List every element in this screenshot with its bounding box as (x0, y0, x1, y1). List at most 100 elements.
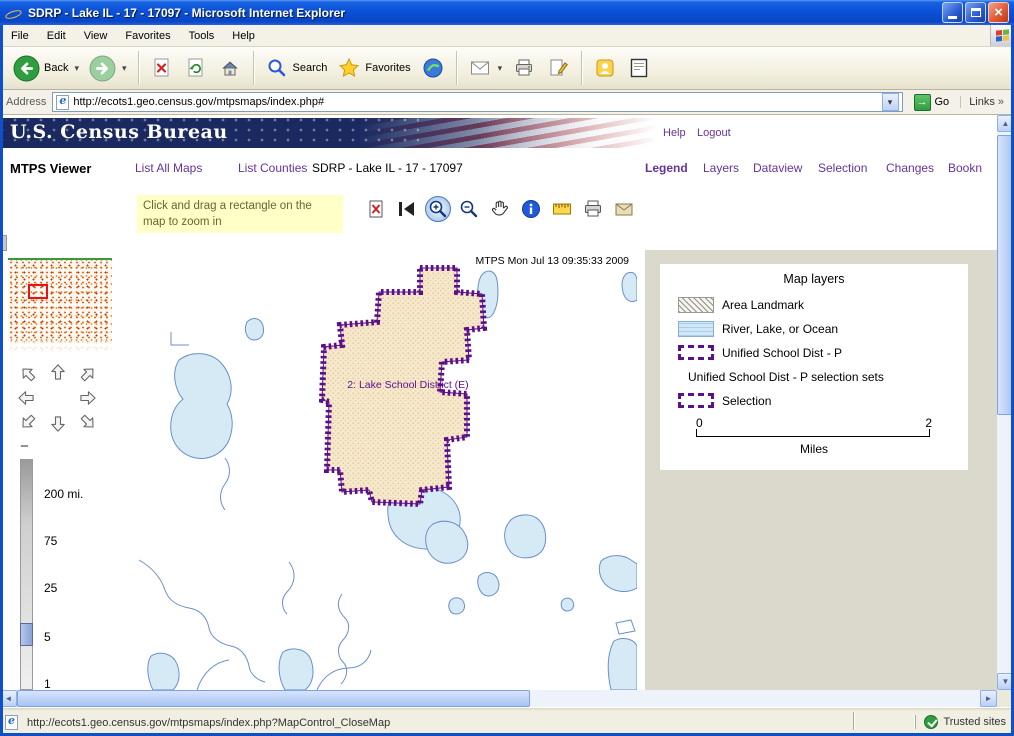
zoom-slider-track[interactable] (20, 459, 33, 690)
pan-west-button[interactable] (13, 386, 39, 409)
minimize-icon (948, 16, 957, 19)
help-link[interactable]: Help (663, 127, 686, 139)
area-landmark-swatch (678, 297, 714, 313)
scale-end-label: 2 (925, 416, 932, 430)
nav-link-layers[interactable]: Layers (703, 161, 739, 175)
media-button[interactable] (416, 54, 450, 82)
pan-arrow-pad (13, 360, 105, 434)
pan-southwest-button[interactable] (15, 410, 41, 433)
stop-button[interactable] (145, 54, 179, 82)
list-counties-link[interactable]: List Counties (238, 161, 307, 175)
maximize-button[interactable] (965, 2, 986, 23)
arrow-north-icon (48, 362, 68, 382)
legend-label: Unified School Dist - P (722, 346, 842, 360)
scroll-right-icon[interactable]: ► (980, 690, 997, 707)
zoom-slider-thumb[interactable] (20, 623, 33, 646)
status-bar: http://ecots1.geo.census.gov/mtpsmaps/in… (0, 707, 1014, 736)
arrow-south-icon (48, 414, 68, 434)
nav-link-changes[interactable]: Changes (886, 161, 934, 175)
app-title: MTPS Viewer (10, 161, 91, 176)
title-bar: SDRP - Lake IL - 17 - 17097 - Microsoft … (0, 0, 1014, 25)
zoom-in-button[interactable] (425, 196, 451, 222)
go-label: Go (935, 96, 950, 108)
status-groove (0, 708, 1014, 711)
map-timestamp: MTPS Mon Jul 13 09:35:33 2009 (475, 255, 629, 267)
arrow-east-icon (78, 388, 98, 408)
print-button[interactable] (507, 54, 541, 82)
nav-link-selection[interactable]: Selection (818, 161, 867, 175)
status-url: http://ecots1.geo.census.gov/mtpsmaps/in… (27, 717, 390, 729)
previous-view-button[interactable] (394, 196, 420, 222)
search-button[interactable]: Search (260, 54, 333, 82)
nav-link-dataview[interactable]: Dataview (753, 161, 802, 175)
zoom-out-button[interactable] (456, 196, 482, 222)
links-button[interactable]: Links (960, 96, 1008, 108)
arrow-southeast-icon (78, 412, 98, 432)
nav-link-legend[interactable]: Legend (645, 161, 688, 175)
back-arrow-icon (395, 197, 419, 221)
toolbar-separator (253, 51, 254, 85)
menu-edit[interactable]: Edit (38, 26, 75, 46)
zoom-hint-tooltip: Click and drag a rectangle on the map to… (137, 195, 343, 233)
address-value: http://ecots1.geo.census.gov/mtpsmaps/in… (73, 96, 324, 108)
media-icon (421, 56, 445, 80)
close-map-button[interactable] (363, 196, 389, 222)
list-all-maps-link[interactable]: List All Maps (135, 161, 202, 175)
menu-bar: File Edit View Favorites Tools Help (0, 25, 1014, 47)
menu-favorites[interactable]: Favorites (116, 26, 179, 46)
pan-north-button[interactable] (45, 360, 71, 383)
export-map-icon (612, 197, 636, 221)
overview-map[interactable] (8, 258, 112, 352)
current-map-title: SDRP - Lake IL - 17 - 17097 (312, 161, 463, 175)
zoom-label-1: 1 (44, 677, 51, 690)
map-canvas[interactable] (137, 252, 637, 690)
stop-icon (150, 56, 174, 80)
go-button[interactable]: → Go (909, 93, 955, 112)
pan-northeast-button[interactable] (75, 362, 101, 385)
back-icon (13, 55, 40, 82)
address-input[interactable]: http://ecots1.geo.census.gov/mtpsmaps/in… (52, 92, 902, 112)
horizontal-scrollbar[interactable]: ◄ ► (0, 690, 997, 707)
discuss-button[interactable] (622, 54, 656, 82)
mail-button[interactable] (463, 54, 508, 82)
messenger-button[interactable] (588, 54, 622, 82)
overview-extent-rectangle[interactable] (28, 284, 48, 299)
print-map-button[interactable] (580, 196, 606, 222)
pan-northwest-button[interactable] (15, 362, 41, 385)
info-icon (519, 197, 543, 221)
page-icon (56, 95, 69, 110)
home-button[interactable] (213, 54, 247, 82)
favorites-button[interactable]: Favorites (332, 54, 415, 82)
back-label: Back (44, 62, 68, 74)
hint-line-1: Click and drag a rectangle on the (143, 198, 337, 214)
measure-icon (550, 197, 574, 221)
pan-south-button[interactable] (45, 412, 71, 435)
menu-tools[interactable]: Tools (180, 26, 224, 46)
toolbar-separator (581, 51, 582, 85)
zoom-out-end-label: − (20, 438, 29, 455)
address-dropdown-icon[interactable]: ▾ (882, 93, 899, 111)
export-map-button[interactable] (611, 196, 637, 222)
info-button[interactable] (518, 196, 544, 222)
messenger-icon (593, 56, 617, 80)
print-icon (512, 56, 536, 80)
close-button[interactable] (988, 2, 1009, 23)
logout-link[interactable]: Logout (697, 127, 731, 139)
edit-button[interactable] (541, 54, 575, 82)
pan-east-button[interactable] (75, 386, 101, 409)
scale-bar (696, 429, 930, 437)
nav-link-bookmarks[interactable]: Bookn (948, 161, 982, 175)
legend-row-selection-sets: Unified School Dist - P selection sets (660, 368, 968, 388)
refresh-button[interactable] (179, 54, 213, 82)
menu-file[interactable]: File (2, 26, 38, 46)
measure-button[interactable] (549, 196, 575, 222)
menu-view[interactable]: View (75, 26, 117, 46)
pan-button[interactable] (487, 196, 513, 222)
arrow-northwest-icon (18, 364, 38, 384)
minimize-button[interactable] (942, 2, 963, 23)
forward-button[interactable] (84, 53, 132, 84)
horizontal-scroll-thumb[interactable] (17, 690, 530, 707)
menu-help[interactable]: Help (223, 26, 264, 46)
pan-southeast-button[interactable] (75, 410, 101, 433)
back-button[interactable]: Back (8, 53, 84, 84)
